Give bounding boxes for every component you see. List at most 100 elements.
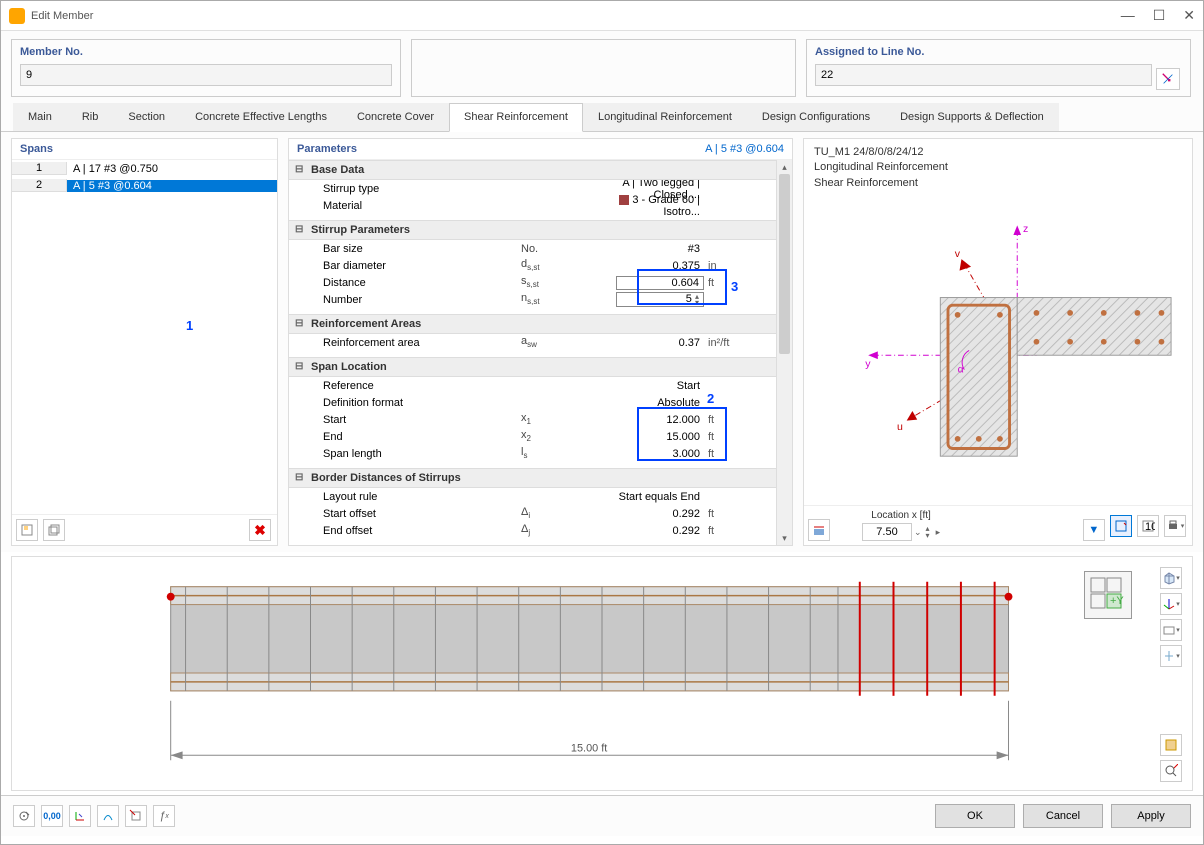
tab-longitudinal-reinforcement[interactable]: Longitudinal Reinforcement [583, 103, 747, 131]
ok-button[interactable]: OK [935, 804, 1015, 828]
display-button[interactable]: ▾ [1160, 619, 1182, 641]
param-symbol: Δi [521, 506, 616, 520]
copy-span-button[interactable] [43, 519, 65, 541]
location-spinner[interactable]: ▴▾ [926, 525, 930, 539]
param-value[interactable]: Absolute [616, 397, 704, 409]
cross-section-graphic[interactable]: y z u v [814, 211, 1182, 461]
tab-design-supports-&-deflection[interactable]: Design Supports & Deflection [885, 103, 1059, 131]
tab-section[interactable]: Section [113, 103, 180, 131]
param-unit: ft [704, 431, 749, 443]
param-scrollbar[interactable]: ▴ ▾ [776, 160, 792, 545]
location-play[interactable]: ▸ [936, 527, 941, 538]
param-group-header[interactable]: Stirrup Parameters [289, 220, 792, 240]
preview-panel: TU_M1 24/8/0/8/24/12 Longitudinal Reinfo… [803, 138, 1193, 546]
param-row: Numberns,st5 ▴▾ [289, 291, 792, 308]
span-row[interactable]: 1A | 17 #3 @0.750 [12, 160, 277, 177]
param-symbol: ls [521, 446, 616, 460]
scroll-down-arrow[interactable]: ▾ [777, 531, 792, 545]
tool-d-button[interactable] [97, 805, 119, 827]
tab-concrete-effective-lengths[interactable]: Concrete Effective Lengths [180, 103, 342, 131]
param-group-header[interactable]: Span Location [289, 357, 792, 377]
param-value[interactable]: 5 ▴▾ [616, 292, 704, 306]
location-dropdown[interactable]: ⌄ [914, 527, 922, 538]
tab-concrete-cover[interactable]: Concrete Cover [342, 103, 449, 131]
preview-print-button[interactable]: ▾ [1164, 515, 1186, 537]
content-area: 1 Spans 1A | 17 #3 @0.7502A | 5 #3 @0.60… [1, 132, 1203, 552]
param-value[interactable]: Start equals End [616, 491, 704, 503]
beam-zoom-button[interactable] [1160, 760, 1182, 782]
param-group-header[interactable]: Reinforcement Areas [289, 314, 792, 334]
tab-rib[interactable]: Rib [67, 103, 114, 131]
param-value[interactable]: 3.000 [616, 448, 704, 460]
arrows-button[interactable]: ▾ [1160, 645, 1182, 667]
span-row[interactable]: 2A | 5 #3 @0.604 [12, 177, 277, 194]
param-label: Start offset [289, 508, 521, 520]
param-unit: ft [704, 508, 749, 520]
param-value[interactable]: 15.000 [616, 431, 704, 443]
svg-text:z: z [1023, 223, 1028, 235]
member-input[interactable] [20, 64, 392, 86]
minimize-button[interactable]: — [1121, 7, 1135, 24]
span-num: 2 [12, 179, 67, 192]
view3d-button[interactable]: ▾ [1160, 567, 1182, 589]
svg-text:u: u [897, 421, 903, 433]
param-row: ReferenceStart [289, 377, 792, 394]
preview-tool-a[interactable] [808, 519, 830, 541]
spans-title: Spans [12, 139, 277, 160]
tool-e-button[interactable] [125, 805, 147, 827]
tool-f-button[interactable]: ƒx [153, 805, 175, 827]
preview-filter-button[interactable]: ▼ [1083, 519, 1105, 541]
maximize-button[interactable]: ☐ [1153, 7, 1166, 24]
param-value[interactable]: 0.37 [616, 337, 704, 349]
param-symbol: ns,st [521, 292, 616, 306]
close-button[interactable]: ✕ [1183, 7, 1195, 24]
param-row: Definition formatAbsolute [289, 394, 792, 411]
parameters-body: Base DataStirrup typeA | Two legged | Cl… [289, 160, 792, 545]
beam-length-label: 15.00 ft [571, 742, 607, 754]
header-row: Member No. Assigned to Line No. [1, 31, 1203, 105]
param-group-header[interactable]: Border Distances of Stirrups [289, 468, 792, 488]
preview-refresh-button[interactable] [1110, 515, 1132, 537]
delete-span-button[interactable]: ✖ [249, 519, 271, 541]
units-button[interactable]: 0,00 [41, 805, 63, 827]
param-row: Endx215.000ft [289, 428, 792, 445]
param-value[interactable]: 0.292 [616, 525, 704, 537]
location-value[interactable]: 7.50 [862, 523, 912, 541]
cancel-button[interactable]: Cancel [1023, 804, 1103, 828]
param-symbol: x1 [521, 412, 616, 426]
param-value[interactable]: 12.000 [616, 414, 704, 426]
add-span-button[interactable] [16, 519, 38, 541]
tab-shear-reinforcement[interactable]: Shear Reinforcement [449, 103, 583, 132]
param-label: Stirrup type [289, 183, 521, 195]
param-symbol: asw [521, 335, 616, 349]
scroll-up-arrow[interactable]: ▴ [777, 160, 792, 174]
view-cube[interactable]: +Y [1084, 571, 1132, 619]
tool-c-button[interactable] [69, 805, 91, 827]
tab-main[interactable]: Main [13, 103, 67, 131]
beam-view[interactable]: 15.00 ft +Y ▾ ▾ ▾ ▾ [11, 556, 1193, 791]
tab-design-configurations[interactable]: Design Configurations [747, 103, 885, 131]
param-row: Span lengthls3.000ft [289, 445, 792, 462]
param-value[interactable]: 0.604 [616, 276, 704, 290]
spans-footer: ✖ [12, 514, 277, 545]
scroll-thumb[interactable] [779, 174, 790, 354]
assigned-input[interactable] [815, 64, 1152, 86]
svg-text:α: α [958, 364, 964, 376]
param-row: Start offsetΔi0.292ft [289, 505, 792, 522]
param-value[interactable]: 3 - Grade 60 | Isotro... [616, 194, 704, 218]
preview-dim-button[interactable]: 100 [1137, 515, 1159, 537]
param-symbol: ss,st [521, 275, 616, 289]
param-value[interactable]: #3 [616, 243, 704, 255]
pick-line-button[interactable] [1156, 68, 1180, 90]
axes-button[interactable]: ▾ [1160, 593, 1182, 615]
help-button[interactable] [13, 805, 35, 827]
param-value[interactable]: 0.292 [616, 508, 704, 520]
param-value[interactable]: Start [616, 380, 704, 392]
apply-button[interactable]: Apply [1111, 804, 1191, 828]
param-value[interactable]: 0.375 [616, 260, 704, 272]
param-symbol: ds,st [521, 258, 616, 272]
member-label: Member No. [20, 46, 392, 58]
param-group-header[interactable]: Base Data [289, 160, 792, 180]
beam-settings-button[interactable] [1160, 734, 1182, 756]
titlebar: Edit Member — ☐ ✕ [1, 1, 1203, 31]
